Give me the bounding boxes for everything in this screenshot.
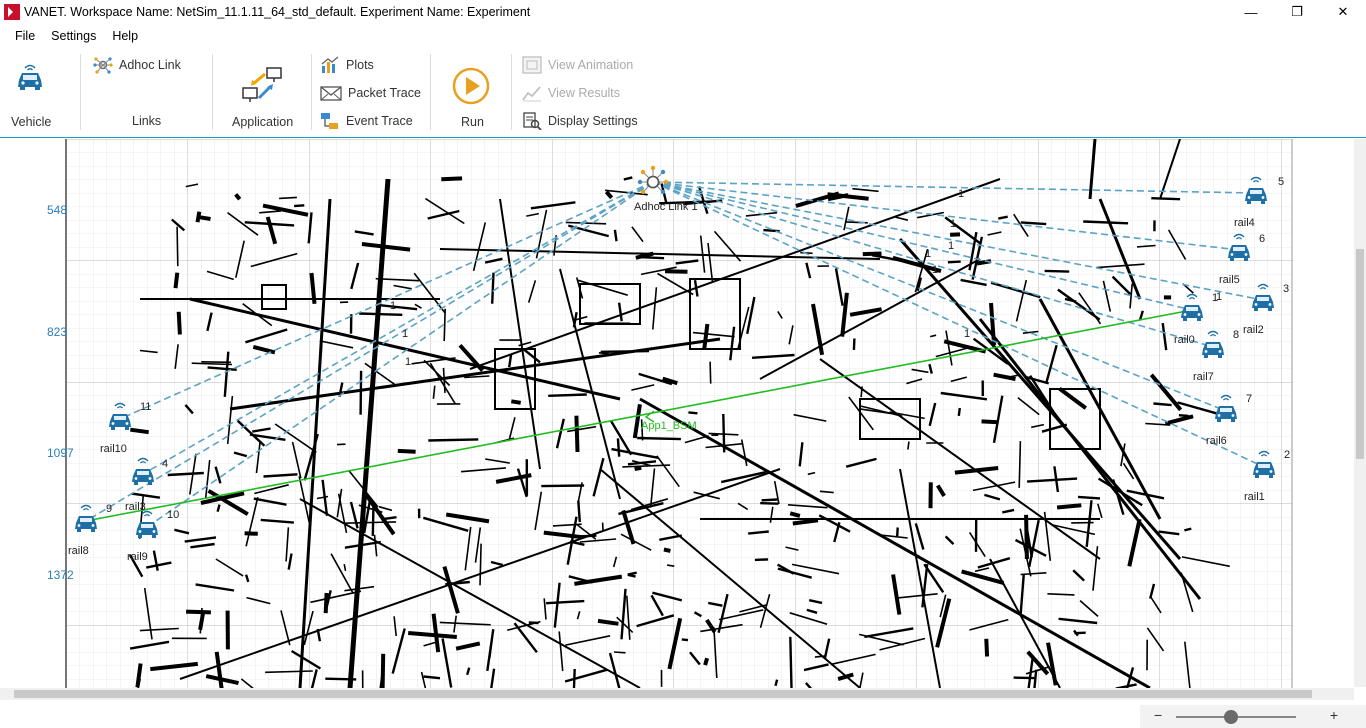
link-number-label: 1: [964, 328, 970, 340]
vehicle-name-label: rail10: [100, 443, 127, 455]
vehicle-name-label: rail0: [1174, 334, 1195, 346]
vehicle-name-label: rail6: [1206, 435, 1227, 447]
plots-button[interactable]: Plots: [320, 56, 374, 74]
link-number-label: 1: [950, 218, 956, 230]
vehicle-id-label: 9: [106, 503, 112, 515]
vehicle-label: Vehicle: [11, 115, 52, 129]
vehicle-id-label: 8: [1233, 329, 1239, 341]
event-trace-button[interactable]: Event Trace: [320, 112, 413, 130]
y-tick-1372: 1372: [47, 568, 74, 582]
vehicle-name-label: rail2: [1243, 324, 1264, 336]
y-tick-1097: 1097: [47, 446, 74, 460]
horizontal-scroll-thumb[interactable]: [14, 690, 1312, 698]
application-button[interactable]: Application: [232, 66, 293, 129]
display-settings-icon: [523, 112, 542, 130]
plots-icon: [321, 56, 339, 73]
zoom-in-button[interactable]: +: [1330, 707, 1338, 723]
y-tick-823: 823: [47, 325, 68, 339]
vehicle-name-label: rail1: [1244, 491, 1265, 503]
link-number-label: 1: [948, 240, 954, 252]
menu-bar: File Settings Help: [0, 26, 146, 46]
vehicle-id-label: 6: [1259, 233, 1265, 245]
display-settings-label: Display Settings: [548, 114, 638, 128]
event-trace-icon: [321, 113, 338, 129]
application-label-text: App1_BSM: [641, 420, 697, 432]
horizontal-scrollbar[interactable]: [0, 688, 1354, 700]
vehicle-id-label: 4: [162, 458, 168, 470]
y-tick-548: 548: [47, 203, 68, 217]
packet-trace-icon: [320, 86, 342, 101]
title-bar: VANET. Workspace Name: NetSim_11.1.11_64…: [0, 0, 1366, 24]
window-controls: — ❐ ✕: [1228, 0, 1366, 24]
menu-settings[interactable]: Settings: [43, 26, 104, 46]
vehicle-id-label: 5: [1278, 176, 1284, 188]
links-group-label: Links: [132, 114, 162, 128]
view-animation-label: View Animation: [548, 58, 634, 72]
app-icon: [4, 4, 20, 20]
vehicle-name-label: rail4: [1234, 217, 1255, 229]
vehicle-id-label: 7: [1246, 393, 1252, 405]
packet-trace-label: Packet Trace: [348, 86, 421, 100]
adhoc-link-name: Adhoc Link 1: [634, 201, 698, 213]
vehicle-id-label: 10: [167, 509, 179, 521]
vehicle-icon: [18, 64, 42, 90]
zoom-out-button[interactable]: −: [1154, 707, 1162, 723]
close-button[interactable]: ✕: [1320, 0, 1366, 24]
minimize-button[interactable]: —: [1228, 0, 1274, 24]
run-play-icon: [452, 67, 490, 105]
application-icon: [242, 67, 282, 102]
zoom-control: − +: [1140, 705, 1366, 728]
vertical-scroll-thumb[interactable]: [1356, 249, 1364, 459]
link-number-label: 1: [925, 248, 931, 260]
view-animation-icon: [522, 56, 542, 74]
link-number-label: 1: [958, 188, 964, 200]
map-layer: App1_BSM1111111111 Adhoc Link 15rail46ra…: [65, 139, 1293, 688]
vehicle-id-label: 3: [1283, 283, 1289, 295]
run-label: Run: [461, 115, 484, 129]
maximize-button[interactable]: ❐: [1274, 0, 1320, 24]
vehicle-button[interactable]: Vehicle: [8, 62, 52, 129]
network-canvas[interactable]: App1_BSM 1 1 1 1 1 1 1 1 1 1 Adhoc Link 1 5 rail4 6 ra…: [0, 139, 1366, 700]
link-number-label: 1: [405, 356, 411, 368]
adhoc-link-label: Adhoc Link: [119, 58, 181, 72]
link-number-label: 1: [402, 328, 408, 340]
vehicle-name-label: rail8: [68, 545, 89, 557]
vehicle-id-label: 11: [140, 401, 151, 413]
menu-file[interactable]: File: [0, 26, 43, 46]
link-number-label: 1: [932, 264, 938, 276]
adhoc-link-icon: [93, 57, 113, 74]
window-title: VANET. Workspace Name: NetSim_11.1.11_64…: [24, 5, 531, 19]
view-results-icon: [522, 86, 541, 102]
status-bar: − +: [0, 701, 1366, 728]
run-button[interactable]: Run: [449, 66, 493, 129]
vertical-scrollbar[interactable]: [1354, 139, 1366, 687]
view-results-label: View Results: [548, 86, 621, 100]
link-number-label: 1: [390, 300, 396, 312]
event-trace-label: Event Trace: [346, 114, 413, 128]
zoom-slider-thumb[interactable]: [1224, 710, 1238, 724]
vehicle-name-label: rail9: [127, 551, 148, 563]
packet-trace-button[interactable]: Packet Trace: [320, 84, 421, 102]
view-animation-button[interactable]: View Animation: [522, 56, 633, 74]
vehicle-name-label: rail7: [1193, 371, 1214, 383]
view-results-button[interactable]: View Results: [522, 84, 620, 102]
adhoc-link-button[interactable]: Adhoc Link: [93, 56, 181, 74]
vehicle-id-label: 2: [1284, 449, 1290, 461]
ribbon-toolbar: Vehicle Adhoc Link Links Application Plo…: [0, 48, 1366, 138]
vehicle-name-label: rail3: [125, 501, 146, 513]
vehicle-name-label: rail5: [1219, 274, 1240, 286]
menu-help[interactable]: Help: [104, 26, 146, 46]
plots-label: Plots: [346, 58, 374, 72]
display-settings-button[interactable]: Display Settings: [522, 112, 638, 130]
vehicle-id-label: 1: [1212, 292, 1218, 304]
application-label: Application: [232, 115, 294, 129]
